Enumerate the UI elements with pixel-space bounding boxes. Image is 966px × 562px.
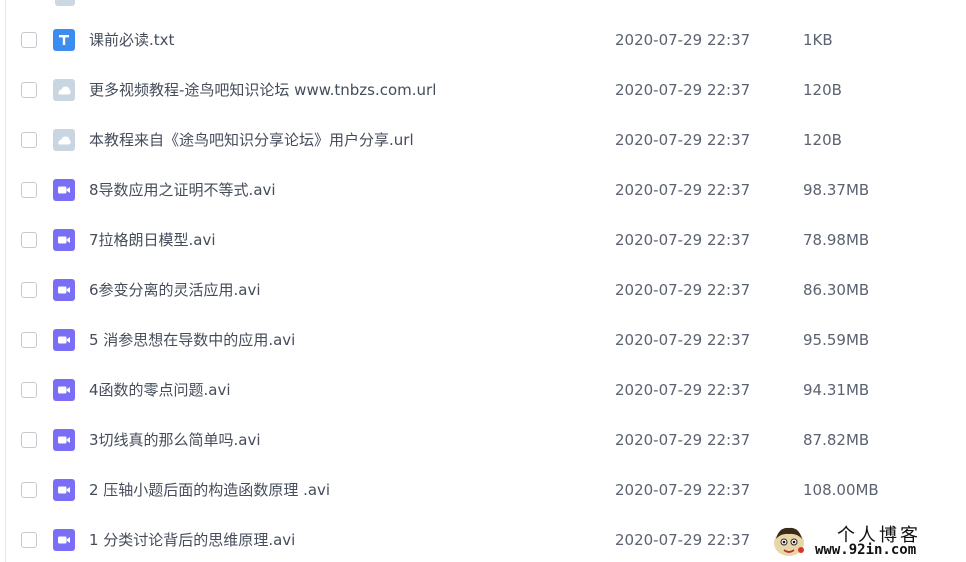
file-size: 87.82MB xyxy=(803,431,870,449)
video-file-icon xyxy=(53,479,75,501)
file-size: 108.00MB xyxy=(803,481,879,499)
video-file-icon xyxy=(53,529,75,551)
row-checkbox[interactable] xyxy=(21,32,37,48)
file-modified-date: 2020-07-29 22:37 xyxy=(615,181,751,199)
file-name[interactable]: 1 分类讨论背后的思维原理.avi xyxy=(89,530,295,550)
file-modified-date: 2020-07-29 22:37 xyxy=(615,131,751,149)
file-size: 94.31MB xyxy=(803,381,870,399)
video-file-icon xyxy=(53,279,75,301)
file-modified-date: 2020-07-29 22:37 xyxy=(615,481,751,499)
watermark-url: www.92in.com xyxy=(815,542,917,558)
file-row-3[interactable]: 本教程来自《途鸟吧知识分享论坛》用户分享.url 2020-07-29 22:3… xyxy=(0,116,966,166)
text-file-icon xyxy=(53,29,75,51)
row-checkbox[interactable] xyxy=(21,82,37,98)
row-checkbox[interactable] xyxy=(21,382,37,398)
row-checkbox[interactable] xyxy=(21,532,37,548)
video-file-icon xyxy=(53,429,75,451)
previous-row-icon-peek xyxy=(55,0,75,6)
file-browser: 课前必读.txt 2020-07-29 22:37 1KB 更多视频教程-途鸟吧… xyxy=(0,0,966,562)
file-modified-date: 2020-07-29 22:37 xyxy=(615,81,751,99)
file-size: 78.98MB xyxy=(803,231,870,249)
file-modified-date: 2020-07-29 22:37 xyxy=(615,231,751,249)
video-file-icon xyxy=(53,229,75,251)
file-size: 1KB xyxy=(803,31,833,49)
file-name[interactable]: 2 压轴小题后面的构造函数原理 .avi xyxy=(89,480,330,500)
video-file-icon xyxy=(53,179,75,201)
file-row-10[interactable]: 2 压轴小题后面的构造函数原理 .avi 2020-07-29 22:37 10… xyxy=(0,466,966,516)
file-size: 120B xyxy=(803,81,842,99)
file-row-2[interactable]: 更多视频教程-途鸟吧知识论坛 www.tnbzs.com.url 2020-07… xyxy=(0,66,966,116)
blog-logo-icon xyxy=(774,527,804,556)
file-size: 120B xyxy=(803,131,842,149)
file-modified-date: 2020-07-29 22:37 xyxy=(615,281,751,299)
file-name[interactable]: 4函数的零点问题.avi xyxy=(89,380,231,400)
file-modified-date: 2020-07-29 22:37 xyxy=(615,31,751,49)
row-checkbox[interactable] xyxy=(21,182,37,198)
file-name[interactable]: 更多视频教程-途鸟吧知识论坛 www.tnbzs.com.url xyxy=(89,80,436,100)
file-row-5[interactable]: 7拉格朗日模型.avi 2020-07-29 22:37 78.98MB xyxy=(0,216,966,266)
file-size: 86.30MB xyxy=(803,281,870,299)
file-name[interactable]: 5 消参思想在导数中的应用.avi xyxy=(89,330,295,350)
file-name[interactable]: 课前必读.txt xyxy=(89,30,174,50)
file-row-1[interactable]: 课前必读.txt 2020-07-29 22:37 1KB xyxy=(0,16,966,66)
file-size: 98.37MB xyxy=(803,181,870,199)
row-checkbox[interactable] xyxy=(21,482,37,498)
watermark: 个人博客 www.92in.com xyxy=(771,520,966,562)
row-checkbox[interactable] xyxy=(21,232,37,248)
file-row-6[interactable]: 6参变分离的灵活应用.avi 2020-07-29 22:37 86.30MB xyxy=(0,266,966,316)
video-file-icon xyxy=(53,329,75,351)
row-checkbox[interactable] xyxy=(21,432,37,448)
file-row-8[interactable]: 4函数的零点问题.avi 2020-07-29 22:37 94.31MB xyxy=(0,366,966,416)
file-row-9[interactable]: 3切线真的那么简单吗.avi 2020-07-29 22:37 87.82MB xyxy=(0,416,966,466)
file-modified-date: 2020-07-29 22:37 xyxy=(615,531,751,549)
video-file-icon xyxy=(53,379,75,401)
file-name[interactable]: 本教程来自《途鸟吧知识分享论坛》用户分享.url xyxy=(89,130,414,150)
file-name[interactable]: 8导数应用之证明不等式.avi xyxy=(89,180,276,200)
file-row-4[interactable]: 8导数应用之证明不等式.avi 2020-07-29 22:37 98.37MB xyxy=(0,166,966,216)
file-modified-date: 2020-07-29 22:37 xyxy=(615,381,751,399)
row-checkbox[interactable] xyxy=(21,332,37,348)
link-file-icon xyxy=(53,129,75,151)
row-checkbox[interactable] xyxy=(21,282,37,298)
file-size: 95.59MB xyxy=(803,331,870,349)
row-checkbox[interactable] xyxy=(21,132,37,148)
file-modified-date: 2020-07-29 22:37 xyxy=(615,331,751,349)
file-list: 课前必读.txt 2020-07-29 22:37 1KB 更多视频教程-途鸟吧… xyxy=(0,16,966,562)
file-modified-date: 2020-07-29 22:37 xyxy=(615,431,751,449)
link-file-icon xyxy=(53,79,75,101)
file-row-7[interactable]: 5 消参思想在导数中的应用.avi 2020-07-29 22:37 95.59… xyxy=(0,316,966,366)
file-name[interactable]: 6参变分离的灵活应用.avi xyxy=(89,280,261,300)
file-name[interactable]: 3切线真的那么简单吗.avi xyxy=(89,430,261,450)
file-name[interactable]: 7拉格朗日模型.avi xyxy=(89,230,216,250)
